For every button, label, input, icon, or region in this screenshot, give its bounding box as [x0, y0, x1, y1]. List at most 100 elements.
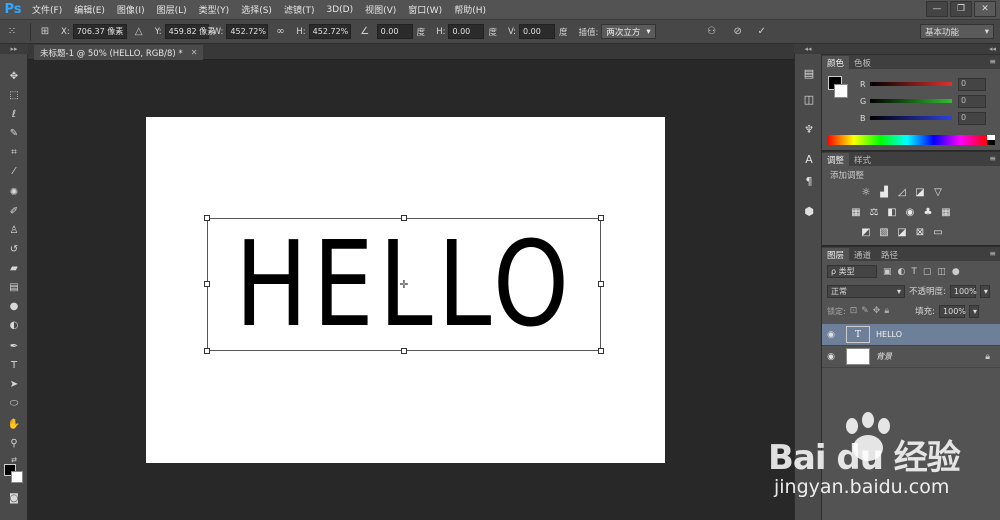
brush-tool-icon[interactable]: ✐ [4, 203, 24, 219]
y-field[interactable]: 459.82 像素 [164, 24, 215, 39]
blue-value-field[interactable]: 0 [958, 111, 986, 125]
transform-handle-left[interactable] [204, 281, 210, 287]
background-color-swatch[interactable] [834, 84, 848, 98]
transform-handle-top-left[interactable] [204, 215, 210, 221]
relative-position-icon[interactable]: △ [131, 24, 147, 40]
channel-mixer-icon[interactable]: ♣ [922, 206, 934, 218]
pen-tool-icon[interactable]: ✒ [4, 338, 24, 354]
lock-all-icon[interactable]: 🔒︎ [884, 306, 889, 316]
marquee-tool-icon[interactable]: ⬚ [4, 87, 24, 103]
healing-brush-tool-icon[interactable]: ✺ [4, 184, 24, 200]
close-button[interactable]: ✕ [974, 1, 996, 17]
fill-field[interactable]: 100% [939, 304, 966, 318]
invert-icon[interactable]: ◩ [860, 226, 872, 238]
tab-channels[interactable]: 通道 [849, 248, 876, 261]
gradient-tool-icon[interactable]: ▤ [4, 279, 24, 295]
background-color-swatch[interactable] [11, 471, 23, 483]
properties-panel-icon[interactable]: ◫ [800, 90, 818, 108]
layer-row-hello[interactable]: ◉ T HELLO [822, 324, 1000, 346]
reference-point-icon[interactable]: ⊞ [37, 24, 53, 40]
layer-kind-filter[interactable]: ρ 类型 [827, 265, 877, 278]
layer-name[interactable]: 背景 [876, 351, 892, 362]
angle-field[interactable]: 0.00 [376, 24, 413, 39]
threshold-icon[interactable]: ◪ [896, 226, 908, 238]
blur-tool-icon[interactable]: ● [4, 298, 24, 314]
visibility-eye-icon[interactable]: ◉ [822, 352, 840, 362]
layer-name[interactable]: HELLO [876, 330, 902, 339]
photo-filter-icon[interactable]: ◉ [904, 206, 916, 218]
tab-swatches[interactable]: 色板 [849, 56, 876, 69]
hskew-field[interactable]: 0.00 [448, 24, 485, 39]
opacity-field[interactable]: 100% [949, 284, 977, 298]
opacity-dropdown-icon[interactable]: ▾ [979, 284, 990, 298]
layer-row-background[interactable]: ◉ 背景 🔒︎ [822, 346, 1000, 368]
tab-adjustments[interactable]: 调整 [822, 153, 850, 166]
shape-filter-icon[interactable]: ▢ [923, 267, 932, 277]
tab-color[interactable]: 颜色 [822, 56, 850, 69]
transform-tool-icon[interactable]: ⁙ [4, 24, 20, 40]
history-brush-tool-icon[interactable]: ↺ [4, 241, 24, 257]
quick-select-tool-icon[interactable]: ✎ [4, 125, 24, 141]
minimize-button[interactable]: — [926, 1, 948, 17]
ellipse-tool-icon[interactable]: ⬭ [4, 395, 24, 411]
panel-menu-icon[interactable]: ≡ [989, 57, 996, 66]
collapse-toolbar-icon[interactable]: ▸▸ [0, 44, 28, 54]
red-slider[interactable]: R 0 [860, 77, 1000, 91]
transform-handle-bottom-left[interactable] [204, 348, 210, 354]
brush-panel-icon[interactable]: ♆ [800, 120, 818, 138]
restore-button[interactable]: ❐ [950, 1, 972, 17]
commit-transform-icon[interactable]: ✓ [754, 24, 770, 40]
green-slider[interactable]: G 0 [860, 94, 1000, 108]
transform-handle-bottom-right[interactable] [598, 348, 604, 354]
lock-paint-icon[interactable]: ✎ [861, 306, 869, 316]
cancel-transform-icon[interactable]: ⊘ [730, 24, 746, 40]
zoom-tool-icon[interactable]: ⚲ [4, 435, 24, 451]
tab-layers[interactable]: 图层 [822, 248, 850, 261]
filter-toggle-icon[interactable]: ● [952, 267, 960, 277]
dodge-tool-icon[interactable]: ◐ [4, 317, 24, 333]
menu-layer[interactable]: 图层(L) [151, 3, 193, 16]
exposure-icon[interactable]: ◪ [914, 186, 926, 198]
menu-type[interactable]: 类型(Y) [193, 3, 236, 16]
green-track[interactable] [870, 99, 952, 103]
blue-track[interactable] [870, 116, 952, 120]
menu-select[interactable]: 选择(S) [235, 3, 278, 16]
panel-menu-icon[interactable]: ≡ [989, 154, 996, 163]
panel-menu-icon[interactable]: ≡ [989, 249, 996, 258]
document-tab[interactable]: 未标题-1 @ 50% (HELLO, RGB/8) * ✕ [34, 45, 204, 60]
adjustment-filter-icon[interactable]: ◐ [898, 267, 906, 277]
red-track[interactable] [870, 82, 952, 86]
lasso-tool-icon[interactable]: ℓ [4, 106, 24, 122]
paragraph-panel-icon[interactable]: ¶ [800, 172, 818, 190]
collapse-right-panels-icon[interactable]: ◂◂ [822, 44, 1000, 54]
stamp-tool-icon[interactable]: ♙ [4, 222, 24, 238]
transform-center-point-icon[interactable]: ✛ [398, 279, 410, 291]
menu-file[interactable]: 文件(F) [26, 3, 68, 16]
fill-dropdown-icon[interactable]: ▾ [969, 304, 980, 318]
blend-mode-select[interactable]: 正常 ▾ [827, 284, 905, 298]
hand-tool-icon[interactable]: ✋ [4, 416, 24, 432]
width-field[interactable]: 452.72% [226, 24, 269, 39]
gradient-map-icon[interactable]: ▭ [932, 226, 944, 238]
warp-icon[interactable]: ⚇ [704, 24, 720, 40]
3d-panel-icon[interactable]: ⬢ [800, 202, 818, 220]
menu-window[interactable]: 窗口(W) [402, 3, 448, 16]
menu-3d[interactable]: 3D(D) [320, 5, 359, 15]
height-field[interactable]: 452.72% [308, 24, 351, 39]
transform-handle-right[interactable] [598, 281, 604, 287]
menu-help[interactable]: 帮助(H) [448, 3, 492, 16]
curves-icon[interactable]: ◿ [896, 186, 908, 198]
collapse-panels-icon[interactable]: ◂◂ [794, 44, 822, 54]
visibility-eye-icon[interactable]: ◉ [822, 330, 840, 340]
vskew-field[interactable]: 0.00 [518, 24, 555, 39]
transform-handle-bottom[interactable] [401, 348, 407, 354]
green-value-field[interactable]: 0 [958, 94, 986, 108]
lock-position-icon[interactable]: ✥ [873, 306, 881, 316]
move-tool-icon[interactable]: ✥ [4, 68, 24, 84]
quick-mask-icon[interactable]: ◙ [4, 490, 24, 506]
interpolation-select[interactable]: 两次立方 ▾ [601, 24, 656, 39]
link-icon[interactable]: ∞ [272, 24, 288, 40]
x-field[interactable]: 706.37 像素 [72, 24, 127, 39]
crop-tool-icon[interactable]: ⌗ [4, 144, 24, 160]
hue-saturation-icon[interactable]: ▦ [850, 206, 862, 218]
